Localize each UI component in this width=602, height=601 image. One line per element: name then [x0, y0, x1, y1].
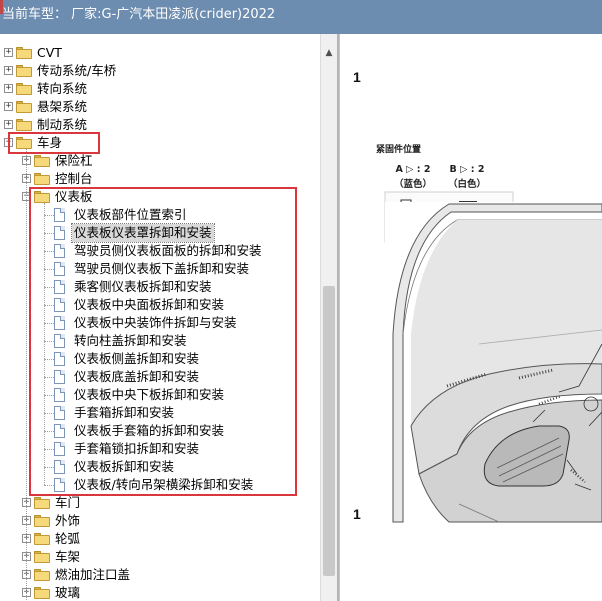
window-title-bar: 当前车型： 厂家:G-广汽本田凌派(crider)2022 [0, 0, 602, 34]
tree-node-label: CVT [37, 45, 62, 60]
expand-icon[interactable]: + [4, 66, 13, 75]
folder-icon [34, 497, 50, 509]
tree-node-body-after-3[interactable]: + 车架 [0, 548, 320, 566]
folder-icon [34, 155, 50, 167]
tree-node-body-after-4[interactable]: + 燃油加注口盖 [0, 566, 320, 584]
tree-node-body-after-2[interactable]: + 轮弧 [0, 530, 320, 548]
scroll-up-arrow-icon[interactable]: ▲ [322, 46, 336, 60]
tree-node-top-1[interactable]: + 传动系统/车桥 [0, 62, 320, 80]
tree-node-label: 传动系统/车桥 [37, 63, 117, 78]
folder-icon [34, 533, 50, 545]
folder-icon [34, 551, 50, 563]
tree-node-body-after-5[interactable]: + 玻璃 [0, 584, 320, 601]
folder-icon [34, 515, 50, 527]
tree-node-label: 悬架系统 [37, 99, 88, 114]
interior-drawing [385, 202, 602, 523]
tree-node-body-0[interactable]: + 保险杠 [0, 152, 320, 170]
tree-node-body-1[interactable]: + 控制台 [0, 170, 320, 188]
folder-icon [34, 173, 50, 185]
tree-node-label: 外饰 [55, 513, 81, 528]
tree-node-label: 轮弧 [55, 531, 81, 546]
folder-icon [16, 101, 32, 113]
title-edge-accent [0, 0, 3, 14]
document-viewer[interactable]: 1 紧固件位置 A ▷ : 2 （蓝色） B ▷ : 2 （白色） 1 [339, 34, 602, 601]
tree-scrollbar[interactable]: ▲ [320, 34, 337, 601]
tree-node-label: 保险杠 [55, 153, 93, 168]
dashboard-illustration [384, 191, 602, 523]
folder-icon [16, 119, 32, 131]
folder-icon [16, 65, 32, 77]
folder-icon [16, 83, 32, 95]
tree-node-label: 转向系统 [37, 81, 88, 96]
tree-connector-line [26, 149, 27, 600]
page-number-bottom: 1 [353, 506, 361, 522]
current-model-label: 当前车型： 厂家:G-广汽本田凌派(crider)2022 [2, 7, 276, 22]
expand-icon[interactable]: + [4, 48, 13, 57]
highlight-box-dashboard [29, 187, 297, 496]
expand-icon[interactable]: + [4, 120, 13, 129]
tree-node-label: 燃油加注口盖 [55, 567, 131, 582]
tree-node-top-0[interactable]: + CVT [0, 44, 320, 62]
folder-icon [34, 569, 50, 581]
expand-icon[interactable]: + [4, 84, 13, 93]
tree-node-top-2[interactable]: + 转向系统 [0, 80, 320, 98]
highlight-box-body [8, 132, 100, 154]
tree-node-top-3[interactable]: + 悬架系统 [0, 98, 320, 116]
folder-icon [16, 47, 32, 59]
tree-node-body-after-1[interactable]: + 外饰 [0, 512, 320, 530]
tree-node-label: 车门 [55, 495, 81, 510]
folder-icon [34, 587, 50, 599]
tree-view[interactable]: + CVT + 传动系统/车桥 + 转向系统 + 悬架系统 + 制动系统 − 车身 + 保险杠 + 控制台 − 仪… [0, 34, 320, 601]
tree-node-label: 玻璃 [55, 585, 81, 600]
tree-node-body-after-0[interactable]: + 车门 [0, 494, 320, 512]
tree-node-label: 控制台 [55, 171, 93, 186]
scrollbar-thumb[interactable] [323, 286, 335, 576]
tree-node-label: 车架 [55, 549, 81, 564]
expand-icon[interactable]: + [4, 102, 13, 111]
